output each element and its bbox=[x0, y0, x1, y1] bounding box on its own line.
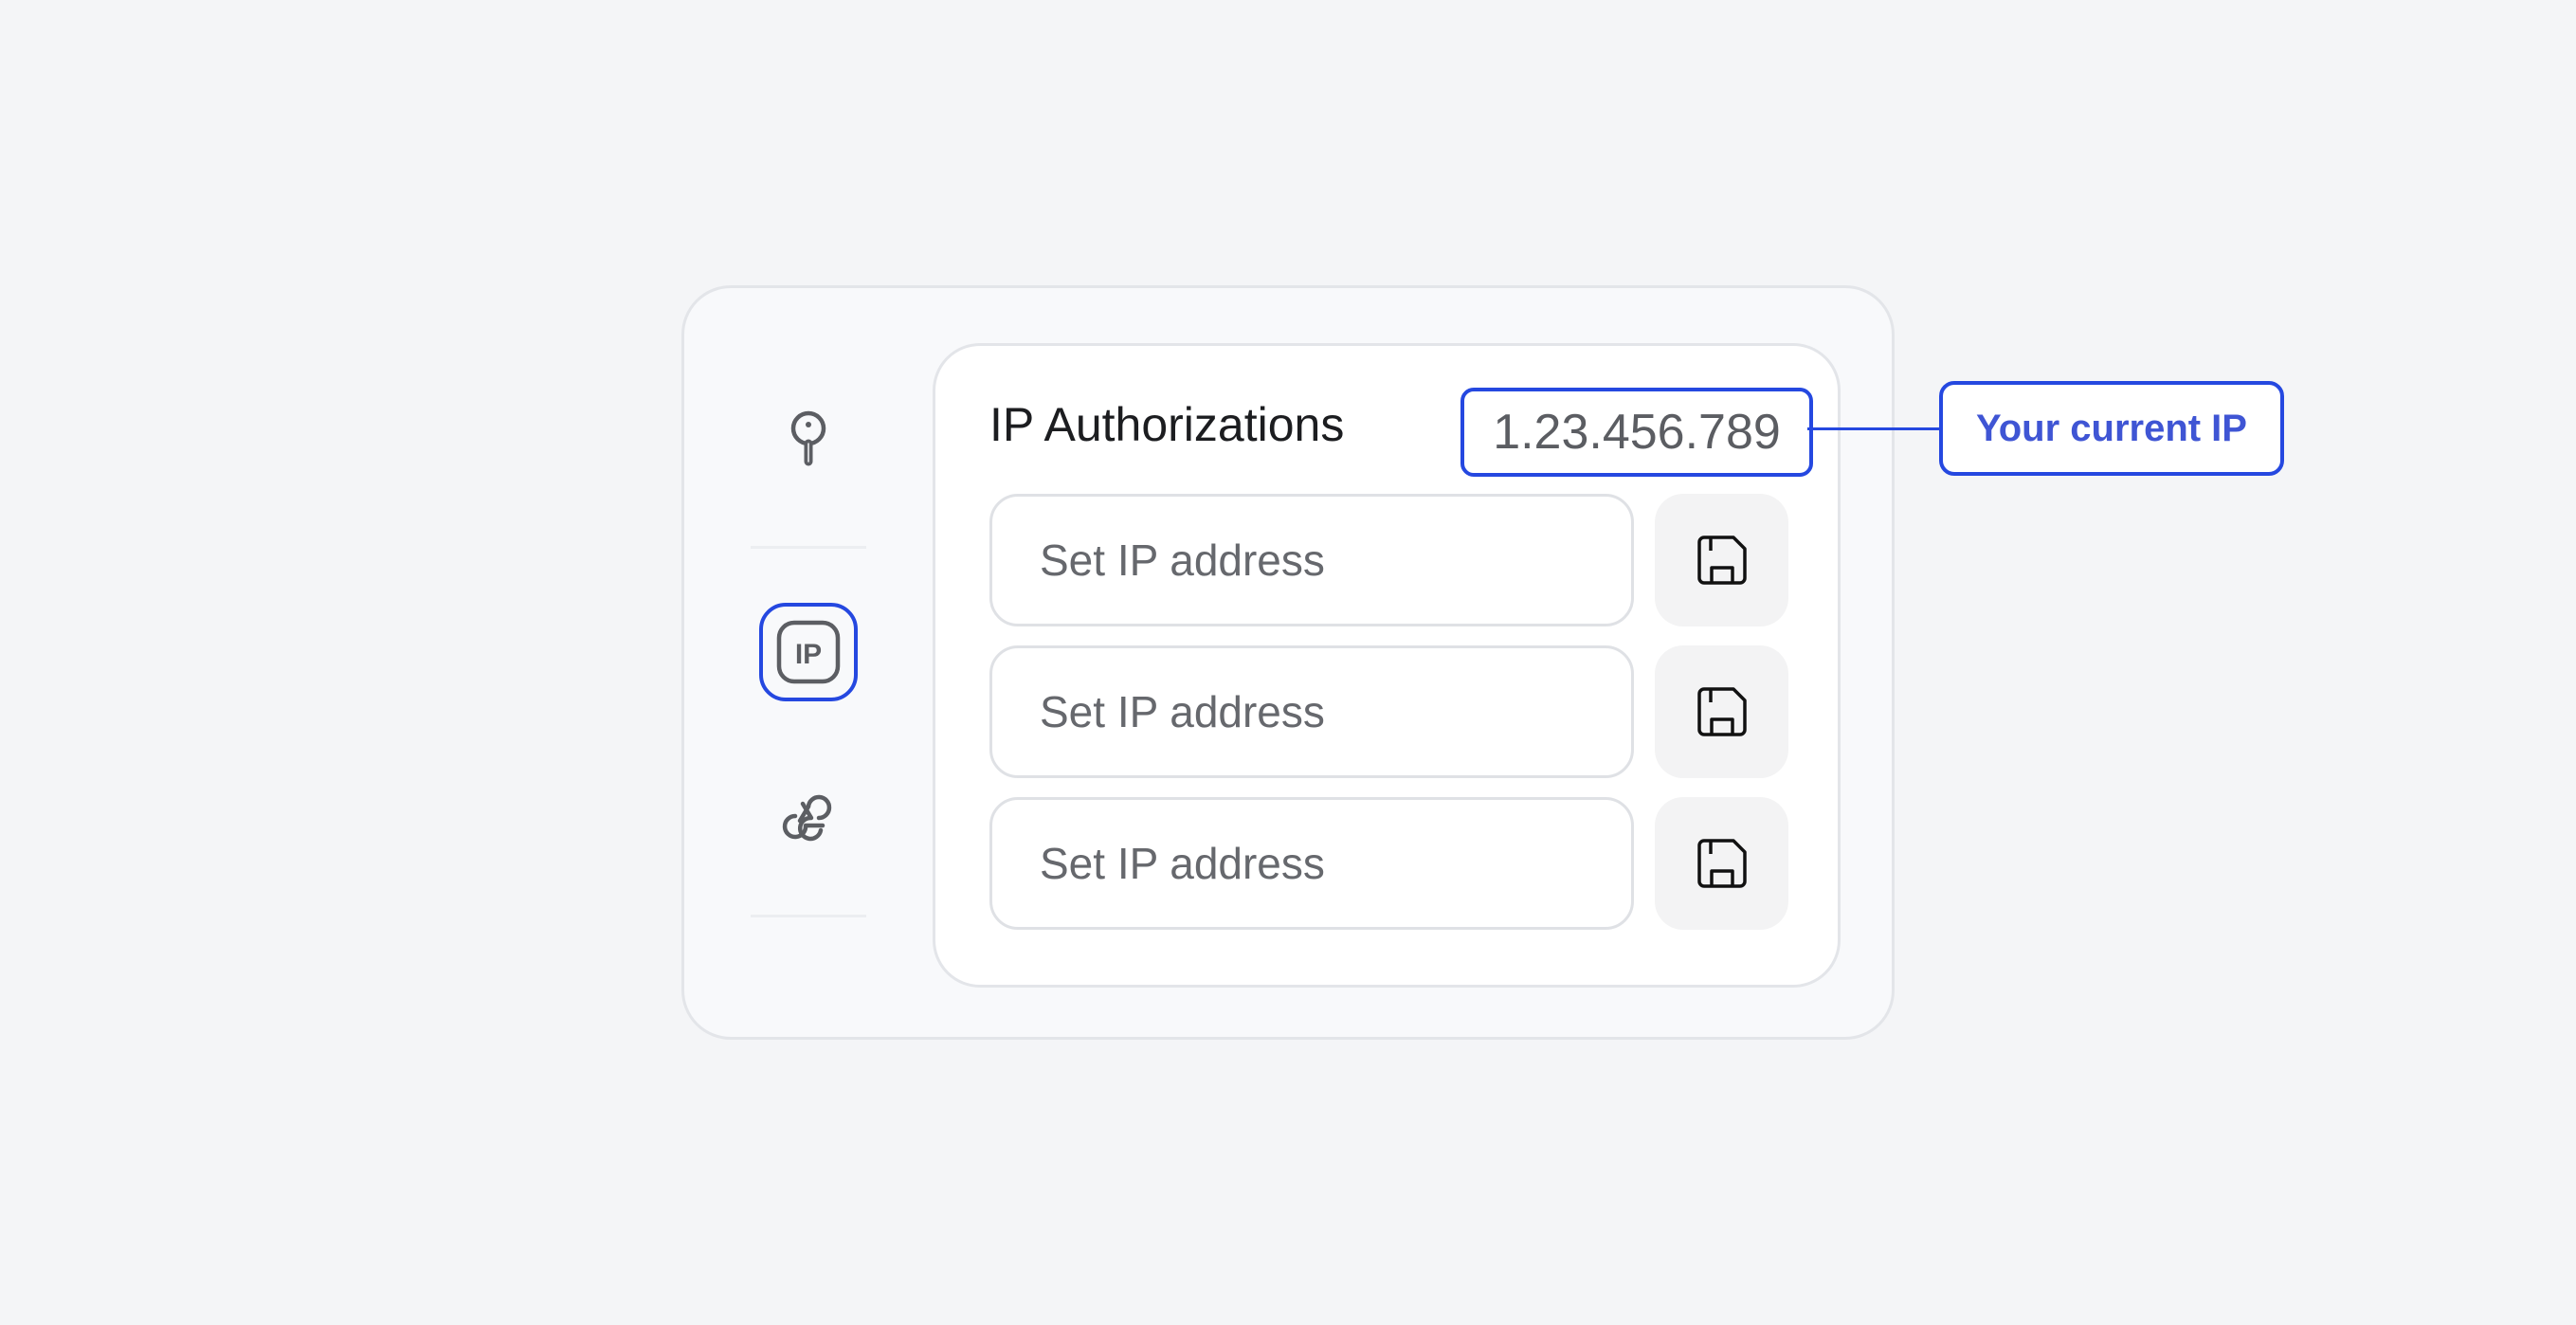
webhook-icon bbox=[782, 794, 832, 842]
current-ip-value: 1.23.456.789 bbox=[1460, 388, 1813, 477]
ip-icon-label: IP bbox=[795, 639, 822, 670]
sidebar-divider bbox=[751, 915, 866, 917]
ip-address-input[interactable] bbox=[989, 797, 1634, 930]
sidebar-divider bbox=[751, 546, 866, 549]
ip-row bbox=[989, 645, 1788, 778]
current-ip-callout: Your current IP bbox=[1939, 381, 2284, 476]
floppy-disk-icon bbox=[1696, 687, 1747, 736]
ip-authorizations-panel: IP Authorizations 1.23.456.789 bbox=[933, 343, 1841, 988]
sidebar-item-keys[interactable] bbox=[759, 390, 858, 488]
sidebar-nav: IP bbox=[684, 288, 931, 1037]
panel-title: IP Authorizations bbox=[989, 398, 1345, 451]
key-icon bbox=[790, 410, 826, 466]
sidebar-item-ip[interactable]: IP bbox=[759, 603, 858, 701]
floppy-disk-icon bbox=[1696, 839, 1747, 888]
ip-row bbox=[989, 494, 1788, 626]
ip-address-input[interactable] bbox=[989, 494, 1634, 626]
ip-row bbox=[989, 797, 1788, 930]
save-ip-button[interactable] bbox=[1655, 645, 1788, 778]
ip-icon: IP bbox=[776, 620, 841, 684]
ip-address-input[interactable] bbox=[989, 645, 1634, 778]
floppy-disk-icon bbox=[1696, 535, 1747, 585]
sidebar-item-webhooks[interactable] bbox=[759, 767, 858, 865]
save-ip-button[interactable] bbox=[1655, 494, 1788, 626]
callout-connector-line bbox=[1807, 427, 1941, 430]
settings-card: IP IP Authorizations 1.23.456.789 bbox=[681, 285, 1895, 1040]
save-ip-button[interactable] bbox=[1655, 797, 1788, 930]
